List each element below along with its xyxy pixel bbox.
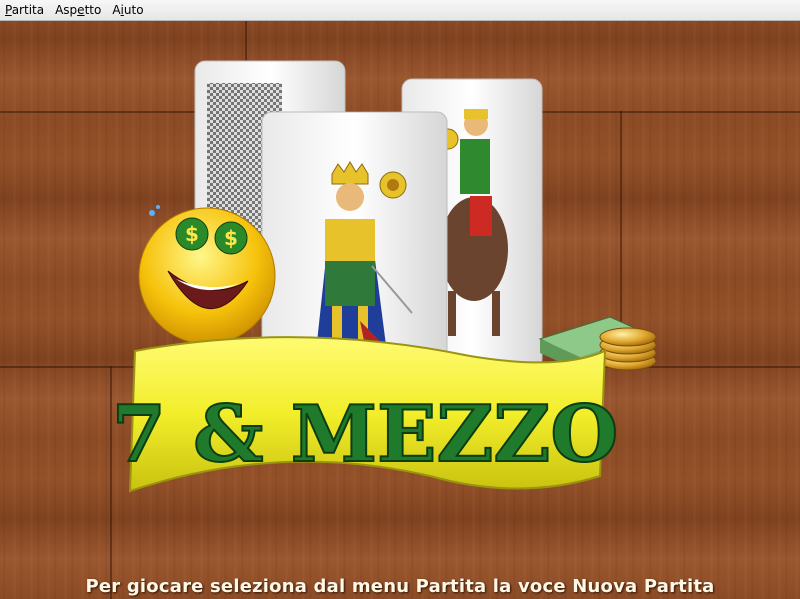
smiley-eye-right: $ xyxy=(224,226,238,250)
status-message: Per giocare seleziona dal menu Partita l… xyxy=(85,576,715,597)
menu-aspetto[interactable]: Aspetto xyxy=(50,0,107,20)
smiley-eye-left: $ xyxy=(185,222,199,246)
menu-bar: Partita Aspetto Aiuto xyxy=(0,0,800,21)
menu-partita[interactable]: Partita xyxy=(0,0,50,20)
game-logo: $ $ 7 & MEZZO xyxy=(111,60,657,493)
menu-aiuto[interactable]: Aiuto xyxy=(107,0,149,20)
game-table: $ $ 7 & MEZZO Per giocare seleziona dal … xyxy=(0,21,800,599)
game-title: 7 & MEZZO xyxy=(112,389,619,480)
